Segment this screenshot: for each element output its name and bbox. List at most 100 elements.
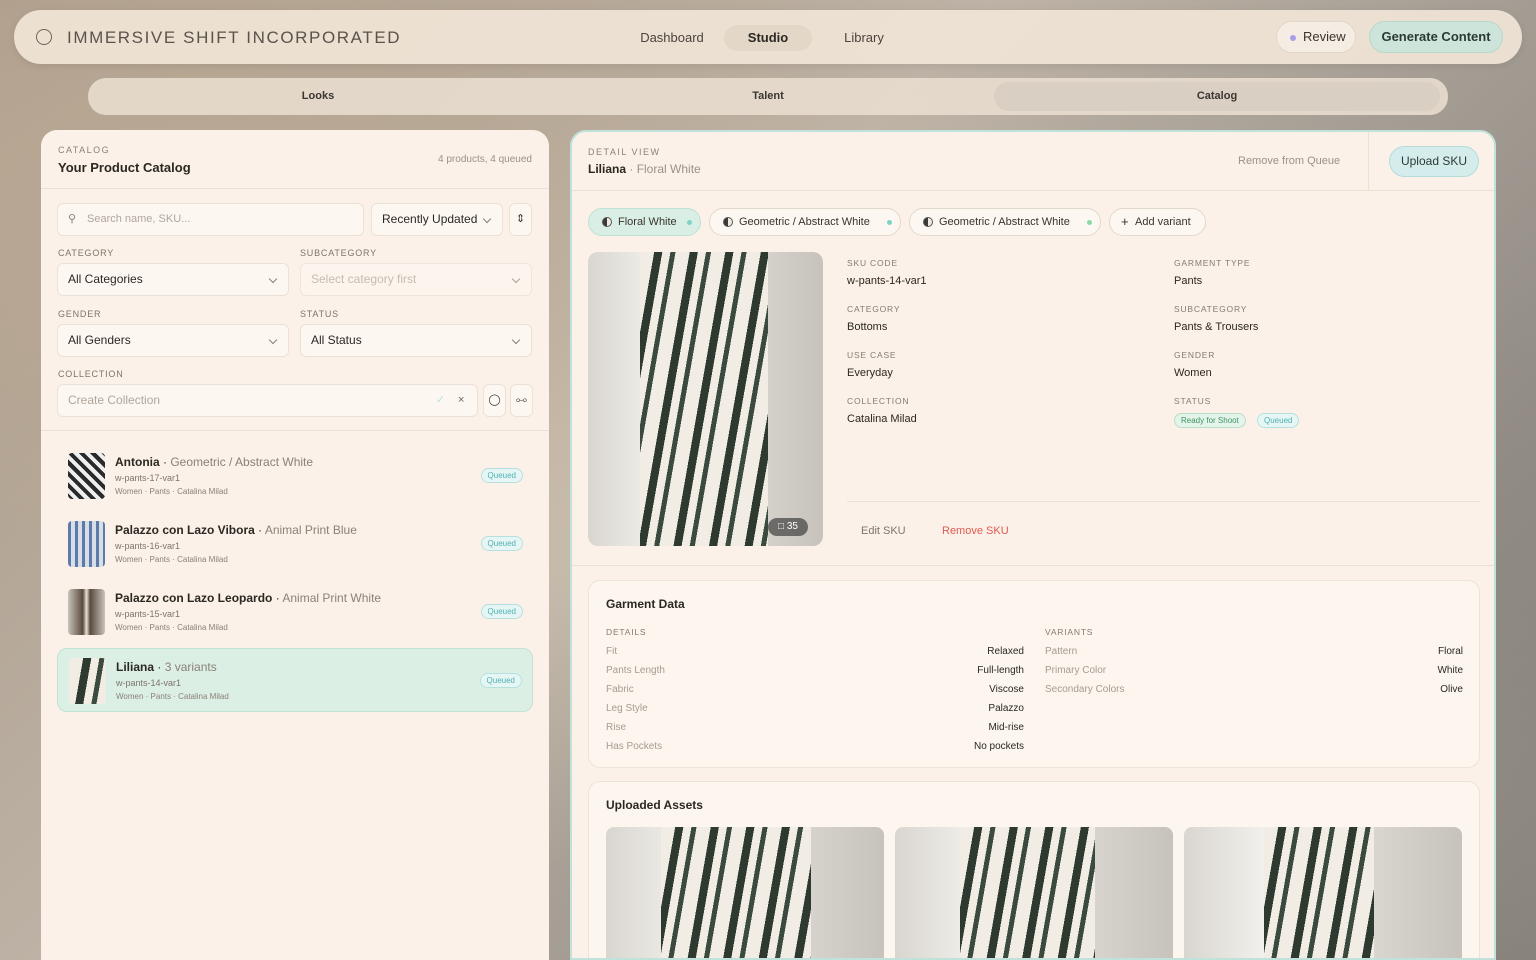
- product-meta: Women · Pants · Catalina Milad: [115, 623, 228, 632]
- add-variant-button[interactable]: + Add variant: [1109, 208, 1206, 236]
- variant-key: Primary Color: [1045, 665, 1107, 676]
- category-label: CATEGORY: [58, 248, 115, 258]
- product-thumbnail: [69, 658, 106, 704]
- detail-value: Viscose: [989, 684, 1024, 695]
- detail-value: No pockets: [973, 741, 1024, 752]
- detail-value: Mid-rise: [988, 722, 1024, 733]
- chevron-down-icon: [511, 335, 521, 345]
- pants-pattern: [1264, 827, 1374, 958]
- variant-chip-geometric-1[interactable]: Geometric / Abstract White: [709, 208, 901, 236]
- review-label: Review: [1303, 29, 1346, 44]
- catalog-count: 4 products, 4 queued: [438, 154, 532, 165]
- collection-value: Catalina Milad: [847, 413, 917, 425]
- tag-button[interactable]: ◯: [483, 384, 506, 417]
- product-title: Antonia · Geometric / Abstract White: [115, 455, 314, 469]
- asset-image[interactable]: [895, 827, 1173, 958]
- remove-sku-button[interactable]: Remove SKU: [942, 525, 1009, 537]
- nav-tab-dashboard[interactable]: Dashboard: [628, 25, 716, 51]
- uploaded-assets-title: Uploaded Assets: [606, 798, 703, 812]
- list-item-selected[interactable]: Liliana · 3 variants w-pants-14-var1 Wom…: [57, 648, 533, 712]
- detail-value: Palazzo: [988, 703, 1024, 714]
- subcategory-value: Pants & Trousers: [1174, 321, 1259, 333]
- product-variant: Animal Print Blue: [264, 523, 357, 537]
- clear-icon[interactable]: ×: [458, 385, 464, 416]
- variant-value: Floral: [1437, 646, 1463, 657]
- product-title: Liliana · 3 variants: [116, 660, 217, 674]
- collection-placeholder: Create Collection: [68, 393, 161, 407]
- status-label: STATUS: [1174, 396, 1212, 406]
- image-count-icon: □: [778, 521, 785, 532]
- asset-image[interactable]: [606, 827, 884, 958]
- asset-image[interactable]: [1184, 827, 1462, 958]
- category-value: Bottoms: [847, 321, 888, 333]
- gender-select[interactable]: All Genders: [57, 324, 289, 357]
- detail-key: Has Pockets: [606, 741, 663, 752]
- garment-type-label: GARMENT TYPE: [1174, 258, 1251, 268]
- detail-value: Full-length: [977, 665, 1024, 676]
- check-icon[interactable]: ✓: [436, 385, 445, 416]
- tab-talent[interactable]: Talent: [542, 82, 994, 111]
- sort-order-button[interactable]: ⇕: [509, 203, 532, 236]
- pants-pattern: [960, 827, 1095, 958]
- product-title: Palazzo con Lazo Vibora · Animal Print B…: [115, 523, 357, 537]
- product-sku: w-pants-15-var1: [115, 609, 181, 619]
- garment-data-card: Garment Data DETAILS VARIANTS Fit Relaxe…: [588, 580, 1480, 768]
- tab-looks[interactable]: Looks: [92, 82, 544, 111]
- subcategory-select[interactable]: Select category first: [300, 263, 532, 296]
- divider: [572, 190, 1494, 191]
- review-button[interactable]: Review: [1276, 21, 1356, 53]
- variants-label: VARIANTS: [1045, 627, 1094, 637]
- gender-value: All Genders: [68, 333, 131, 347]
- image-count: 35: [786, 521, 798, 532]
- clear-filters-button[interactable]: ⧟: [510, 384, 533, 417]
- sub-tabs: Looks Talent Catalog: [88, 78, 1448, 115]
- status-dot: [1087, 220, 1092, 225]
- list-item[interactable]: Palazzo con Lazo Leopardo · Animal Print…: [57, 580, 533, 644]
- chip-label: Floral White: [618, 216, 677, 228]
- list-item[interactable]: Palazzo con Lazo Vibora · Animal Print B…: [57, 512, 533, 576]
- list-item[interactable]: Antonia · Geometric / Abstract White w-p…: [57, 444, 533, 508]
- collection-input[interactable]: Create Collection ✓ ×: [57, 384, 478, 417]
- edit-sku-button[interactable]: Edit SKU: [861, 525, 906, 537]
- garment-data-title: Garment Data: [606, 597, 685, 611]
- brand-name: IMMERSIVE SHIFT INCORPORATED: [67, 28, 402, 47]
- collection-label: COLLECTION: [58, 369, 124, 379]
- subcategory-placeholder: Select category first: [311, 272, 417, 286]
- status-dot: [687, 220, 692, 225]
- product-title: Palazzo con Lazo Leopardo · Animal Print…: [115, 591, 382, 605]
- upload-sku-button[interactable]: Upload SKU: [1389, 146, 1479, 177]
- search-placeholder: Search name, SKU...: [87, 213, 191, 225]
- detail-key: Pants Length: [606, 665, 665, 676]
- detail-eyebrow: DETAIL VIEW: [588, 147, 661, 157]
- filter-clear-icon: ⧟: [516, 394, 527, 406]
- product-main-image[interactable]: □ 35: [588, 252, 823, 546]
- nav-tab-studio[interactable]: Studio: [724, 25, 812, 51]
- product-thumbnail: [68, 589, 105, 635]
- detail-key: Leg Style: [606, 703, 648, 714]
- variant-chip-geometric-2[interactable]: Geometric / Abstract White: [909, 208, 1101, 236]
- remove-from-queue-button[interactable]: Remove from Queue: [1238, 155, 1340, 167]
- chevron-down-icon: [511, 274, 521, 284]
- use-case-label: USE CASE: [847, 350, 897, 360]
- category-select[interactable]: All Categories: [57, 263, 289, 296]
- product-thumbnail: [68, 521, 105, 567]
- variant-key: Pattern: [1045, 646, 1078, 657]
- detail-key: Fabric: [606, 684, 634, 695]
- generate-content-button[interactable]: Generate Content: [1369, 21, 1503, 53]
- divider: [1368, 132, 1369, 190]
- status-select[interactable]: All Status: [300, 324, 532, 357]
- uploaded-assets-card: Uploaded Assets: [588, 781, 1480, 958]
- detail-key: Fit: [606, 646, 618, 657]
- tab-catalog[interactable]: Catalog: [994, 82, 1440, 111]
- detail-value: Relaxed: [987, 646, 1024, 657]
- gender-value: Women: [1174, 367, 1212, 379]
- product-name: Palazzo con Lazo Leopardo: [115, 591, 273, 605]
- sku-code-value: w-pants-14-var1: [847, 275, 927, 287]
- pants-pattern: [640, 252, 768, 546]
- sort-select[interactable]: Recently Updated: [371, 203, 503, 236]
- search-input[interactable]: ⚲ Search name, SKU...: [57, 203, 364, 236]
- pants-pattern: [661, 827, 811, 958]
- collection-label: COLLECTION: [847, 396, 910, 406]
- nav-tab-library[interactable]: Library: [820, 25, 908, 51]
- variant-chip-floral-white[interactable]: Floral White: [588, 208, 701, 236]
